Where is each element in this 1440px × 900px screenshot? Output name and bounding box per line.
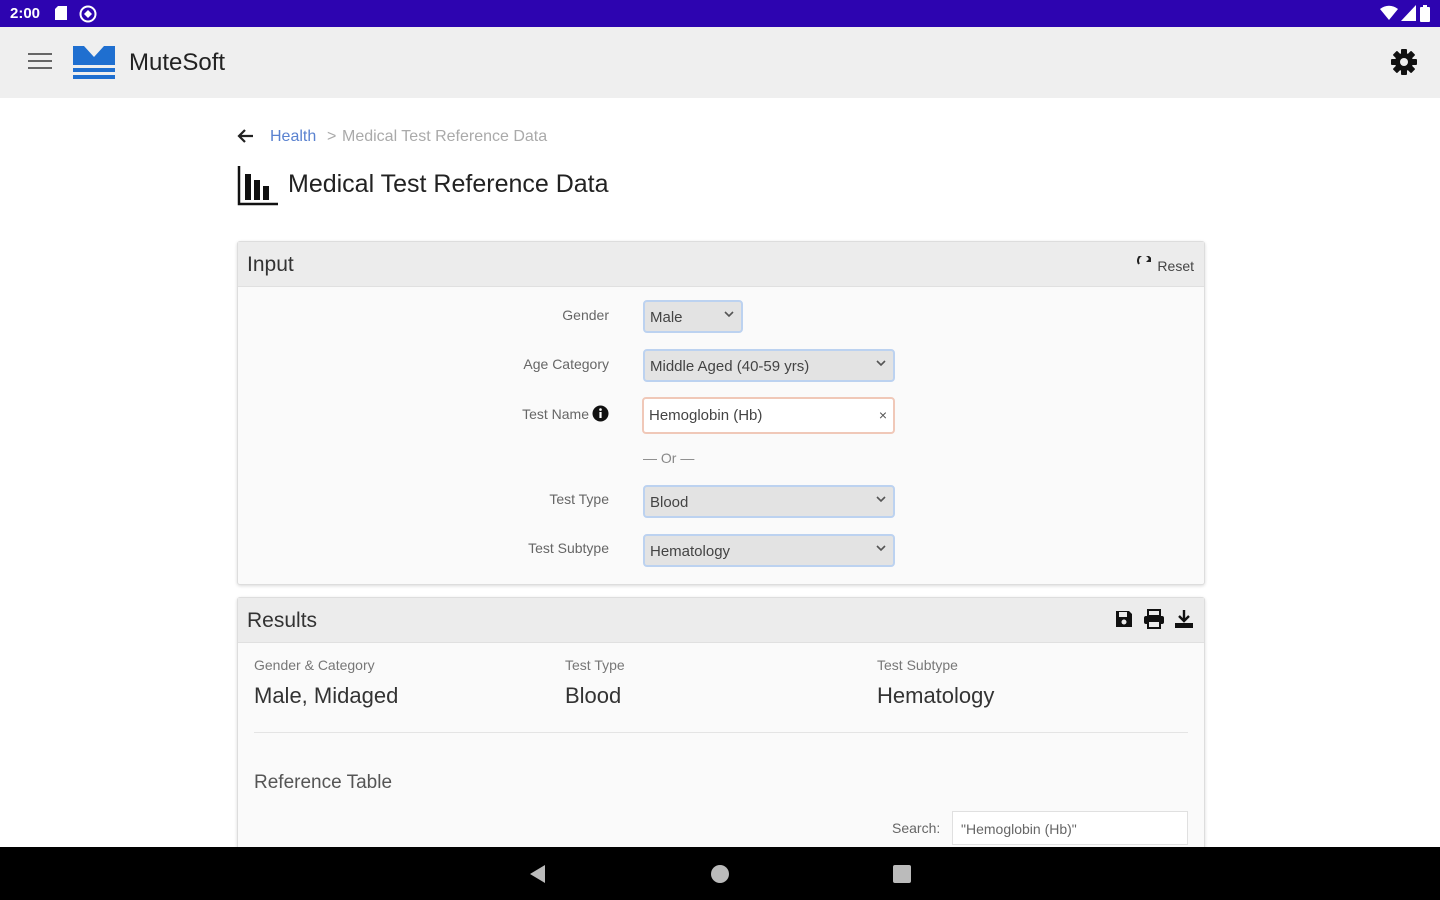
reset-label: Reset [1157, 257, 1194, 274]
test-name-input[interactable]: Hemoglobin (Hb) × [642, 397, 895, 434]
chevron-down-icon [723, 307, 735, 324]
mutesoft-logo [72, 45, 116, 86]
results-card-title: Results [247, 609, 318, 632]
back-triangle-icon[interactable] [528, 864, 546, 889]
gender-label: Gender [562, 307, 609, 323]
result-value: Blood [565, 683, 622, 708]
test-type-select[interactable]: Blood [643, 485, 895, 518]
battery-icon [1420, 5, 1430, 27]
age-category-label: Age Category [523, 356, 609, 372]
gear-icon[interactable] [1389, 47, 1419, 82]
wifi-icon [1380, 5, 1398, 26]
result-test-subtype: Test Subtype Hematology [877, 657, 994, 709]
input-card: Input Reset Gender Male Age Category Mid… [237, 241, 1205, 585]
status-time: 2:00 [10, 5, 41, 22]
page-title: Medical Test Reference Data [288, 170, 609, 198]
result-value: Hematology [877, 683, 995, 708]
test-name-label: Test Name [522, 406, 589, 422]
result-gender-category: Gender & Category Male, Midaged [254, 657, 398, 709]
or-divider: — Or — [643, 450, 695, 466]
info-icon[interactable] [592, 405, 609, 427]
breadcrumb-current: Medical Test Reference Data [342, 128, 548, 145]
test-subtype-select[interactable]: Hematology [643, 534, 895, 567]
navigation-bar [0, 847, 1440, 900]
app-bar: MuteSoft [0, 27, 1440, 98]
test-subtype-label: Test Subtype [528, 540, 609, 556]
result-header: Test Subtype [877, 657, 958, 673]
print-icon[interactable] [1143, 609, 1165, 634]
home-circle-icon[interactable] [710, 864, 730, 889]
results-card-header: Results [238, 598, 1204, 643]
status-bar: 2:00 [0, 0, 1440, 27]
age-category-value: Middle Aged (40-59 yrs) [650, 358, 810, 375]
breadcrumb-separator: > [327, 128, 337, 145]
results-card: Results Gender & Category Male, Midaged … [237, 597, 1205, 859]
reset-button[interactable]: Reset [1137, 253, 1194, 275]
chevron-down-icon [875, 356, 887, 373]
gender-value: Male [650, 309, 683, 326]
test-subtype-value: Hematology [650, 543, 731, 560]
age-category-select[interactable]: Middle Aged (40-59 yrs) [643, 349, 895, 382]
clear-icon[interactable]: × [879, 407, 887, 423]
result-test-type: Test Type Blood [565, 657, 625, 709]
input-card-title: Input [247, 253, 294, 276]
chevron-down-icon [875, 541, 887, 558]
test-type-label: Test Type [549, 491, 609, 507]
app-notification-icon [79, 5, 97, 28]
cell-signal-icon [1401, 5, 1416, 26]
download-icon[interactable] [1174, 609, 1194, 634]
app-name: MuteSoft [129, 49, 226, 76]
menu-icon[interactable] [28, 53, 52, 71]
input-card-header: Input Reset [238, 242, 1204, 287]
result-header: Test Type [565, 657, 625, 673]
gender-select[interactable]: Male [643, 300, 743, 333]
result-header: Gender & Category [254, 657, 375, 673]
search-input[interactable]: "Hemoglobin (Hb)" [952, 811, 1188, 845]
back-arrow-icon[interactable] [236, 126, 256, 151]
refresh-icon [1137, 253, 1153, 275]
result-value: Male, Midaged [254, 683, 399, 708]
chevron-down-icon [875, 492, 887, 509]
bar-chart-icon [236, 164, 280, 213]
search-label: Search: [892, 820, 941, 836]
recents-square-icon[interactable] [893, 865, 911, 888]
reference-table-title: Reference Table [254, 772, 393, 793]
sd-card-icon [54, 5, 68, 26]
save-icon[interactable] [1114, 609, 1134, 634]
search-value: "Hemoglobin (Hb)" [961, 821, 1077, 837]
divider [254, 732, 1188, 733]
test-type-value: Blood [650, 494, 689, 511]
breadcrumb-link-health[interactable]: Health [270, 128, 316, 146]
test-name-value: Hemoglobin (Hb) [649, 407, 763, 424]
